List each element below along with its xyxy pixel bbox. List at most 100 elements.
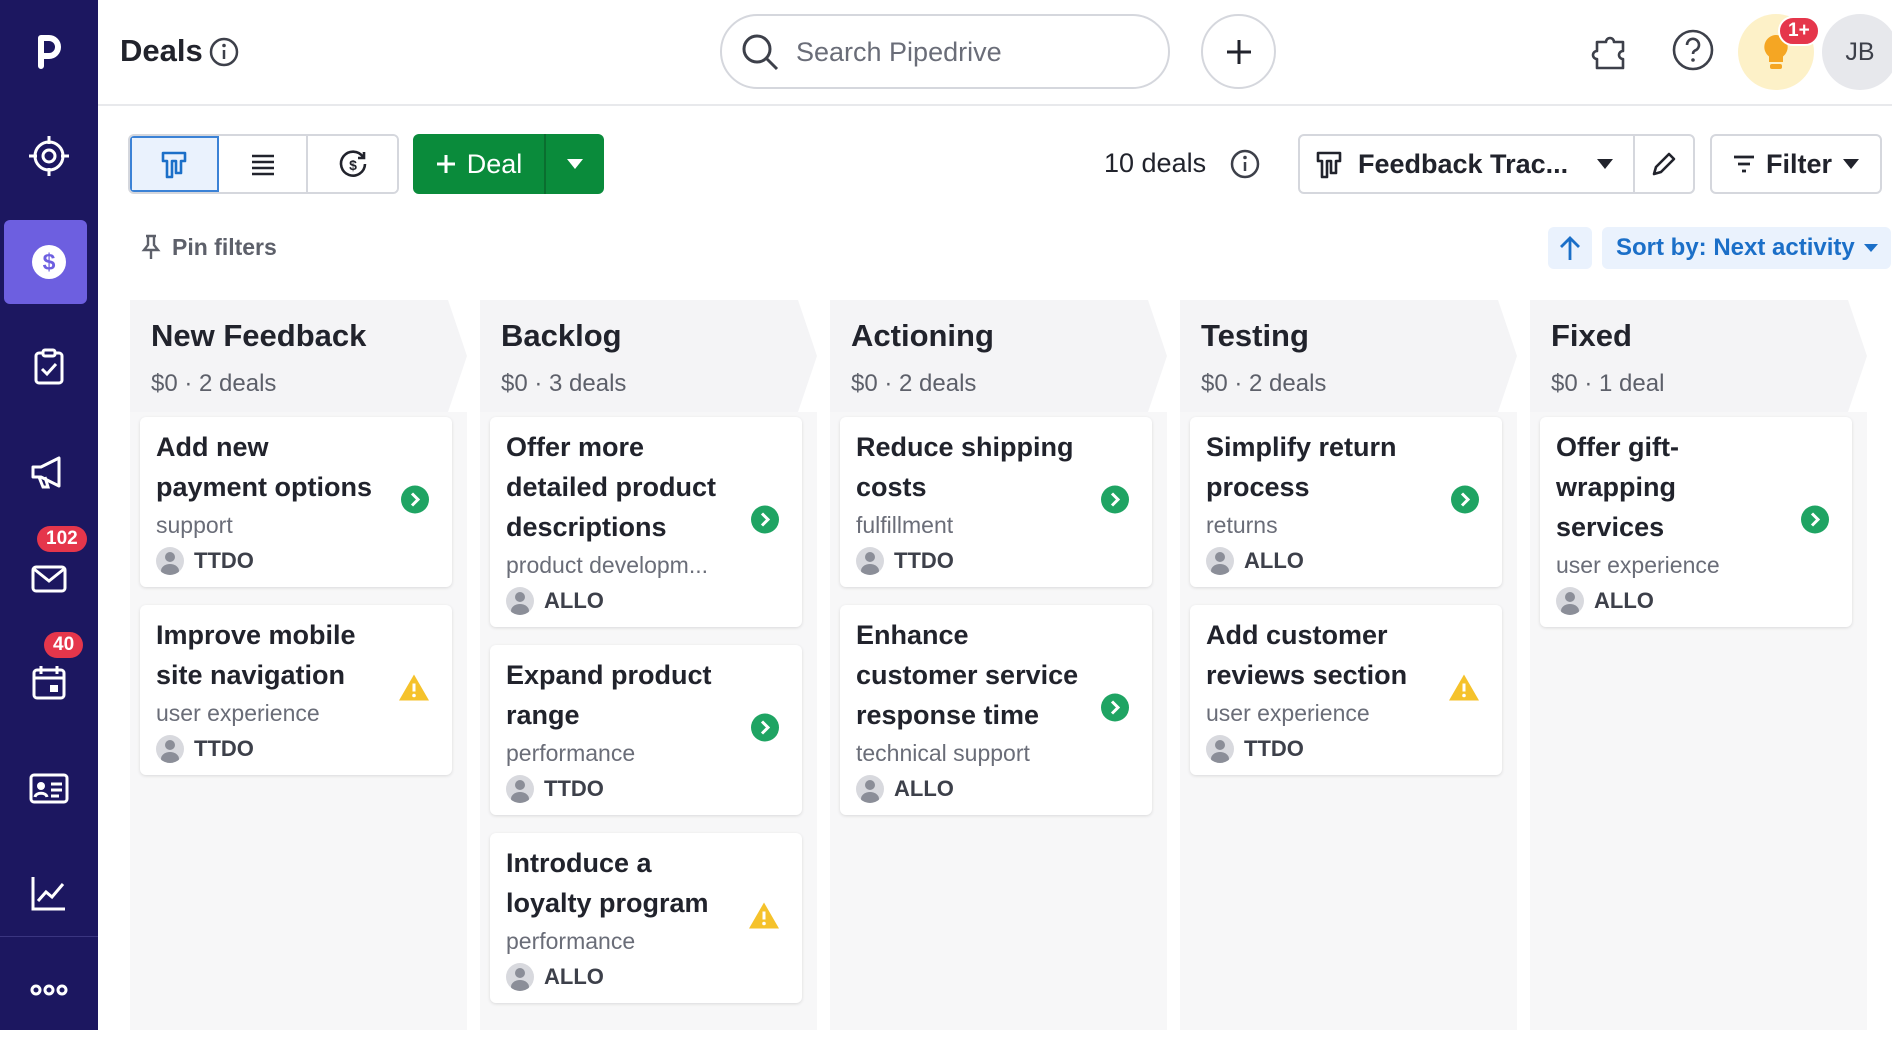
user-avatar[interactable]: JB bbox=[1822, 14, 1892, 90]
next-activity-icon[interactable] bbox=[1450, 485, 1480, 520]
add-deal-dropdown[interactable] bbox=[544, 134, 604, 194]
extensions-button[interactable] bbox=[1591, 28, 1631, 77]
add-deal-label: Deal bbox=[466, 148, 523, 179]
person-icon bbox=[1556, 587, 1584, 615]
deal-owner: TTDO bbox=[156, 735, 386, 763]
person-icon bbox=[506, 775, 534, 803]
pipeline-name: Feedback Trac... bbox=[1358, 148, 1569, 179]
pipedrive-logo[interactable] bbox=[0, 8, 98, 92]
owner-name: TTDO bbox=[194, 548, 254, 573]
stage-header[interactable]: Actioning $0 · 2 deals bbox=[830, 300, 1167, 412]
svg-text:$: $ bbox=[349, 157, 357, 173]
sidebar-item-insights[interactable] bbox=[0, 851, 98, 935]
warning-icon[interactable] bbox=[398, 673, 430, 708]
sidebar-item-deals[interactable]: $ bbox=[0, 220, 98, 304]
person-icon bbox=[856, 775, 884, 803]
deal-title: Introduce a loyalty program bbox=[506, 848, 709, 918]
deal-title: Enhance customer service response time bbox=[856, 620, 1079, 730]
sort-dropdown[interactable]: Sort by: Next activity bbox=[1602, 227, 1891, 269]
stage-body: Reduce shipping costs fulfillment TTDO Enha… bbox=[830, 412, 1167, 1030]
edit-pipeline-button[interactable] bbox=[1635, 136, 1693, 192]
deal-owner: ALLO bbox=[856, 775, 1086, 803]
stage-summary: $0 · 1 deal bbox=[1551, 370, 1665, 397]
stage-header[interactable]: Fixed $0 · 1 deal bbox=[1530, 300, 1867, 412]
caret-down-icon bbox=[567, 159, 583, 169]
pipeline-dropdown[interactable]: Feedback Trac... bbox=[1300, 136, 1636, 192]
owner-name: ALLO bbox=[544, 964, 604, 989]
deal-label: technical support bbox=[856, 740, 1030, 766]
search-box[interactable] bbox=[720, 14, 1170, 89]
next-activity-icon[interactable] bbox=[750, 505, 780, 540]
mail-badge: 102 bbox=[37, 526, 87, 552]
add-deal-split-button: Deal bbox=[413, 134, 604, 194]
deal-owner: TTDO bbox=[856, 547, 1086, 575]
next-activity-icon[interactable] bbox=[400, 485, 430, 520]
sort-direction-button[interactable] bbox=[1548, 227, 1592, 269]
info-icon[interactable] bbox=[208, 36, 240, 73]
quick-add-button[interactable] bbox=[1201, 14, 1276, 89]
owner-name: ALLO bbox=[894, 776, 954, 801]
owner-name: ALLO bbox=[544, 588, 604, 613]
deal-title: Improve mobile site navigation bbox=[156, 620, 356, 690]
stage-body: Offer more detailed product descriptions… bbox=[480, 412, 817, 1030]
next-activity-icon[interactable] bbox=[1100, 485, 1130, 520]
pin-filters-button[interactable]: Pin filters bbox=[140, 233, 277, 261]
next-activity-icon[interactable] bbox=[1100, 693, 1130, 728]
sidebar-item-more[interactable] bbox=[0, 948, 98, 1032]
dollar-icon: $ bbox=[32, 245, 66, 279]
stage-header[interactable]: Testing $0 · 2 deals bbox=[1180, 300, 1517, 412]
deal-label: user experience bbox=[1206, 700, 1370, 726]
stage-header[interactable]: Backlog $0 · 3 deals bbox=[480, 300, 817, 412]
list-view-button[interactable] bbox=[219, 136, 308, 192]
deal-card[interactable]: Add customer reviews section user experie… bbox=[1190, 605, 1502, 775]
sort-label: Sort by: Next activity bbox=[1616, 234, 1855, 261]
notification-badge: 1+ bbox=[1778, 16, 1820, 46]
filter-button[interactable]: Filter bbox=[1710, 134, 1882, 194]
forecast-icon: $ bbox=[339, 150, 366, 177]
stage-column: Actioning $0 · 2 deals Reduce shipping cos… bbox=[830, 300, 1167, 1030]
list-icon bbox=[251, 154, 274, 176]
person-icon bbox=[506, 963, 534, 991]
page-title: Deals bbox=[120, 33, 203, 68]
contact-card-icon bbox=[29, 773, 69, 804]
owner-name: ALLO bbox=[1244, 548, 1304, 573]
sidebar-item-contacts[interactable] bbox=[0, 746, 98, 830]
deal-card[interactable]: Offer gift-wrapping services user experie… bbox=[1540, 417, 1852, 627]
deal-card[interactable]: Simplify return process returns ALLO bbox=[1190, 417, 1502, 587]
deal-card[interactable]: Introduce a loyalty program performance AL… bbox=[490, 833, 802, 1003]
deal-card[interactable]: Add new payment options support TTDO bbox=[140, 417, 452, 587]
more-icon bbox=[30, 984, 68, 996]
search-input[interactable] bbox=[796, 34, 1136, 70]
forecast-view-button[interactable]: $ bbox=[308, 136, 397, 192]
add-deal-button[interactable]: Deal bbox=[413, 134, 544, 194]
person-icon bbox=[1206, 547, 1234, 575]
chart-icon bbox=[31, 877, 65, 911]
warning-icon[interactable] bbox=[1448, 673, 1480, 708]
deal-owner: ALLO bbox=[1206, 547, 1436, 575]
owner-name: TTDO bbox=[894, 548, 954, 573]
sidebar-item-activities[interactable] bbox=[0, 325, 98, 409]
help-button[interactable] bbox=[1671, 28, 1715, 77]
deal-card[interactable]: Enhance customer service response time te… bbox=[840, 605, 1152, 815]
calendar-icon bbox=[32, 666, 66, 700]
info-icon[interactable] bbox=[1229, 148, 1261, 185]
plus-icon bbox=[436, 155, 455, 173]
warning-icon[interactable] bbox=[748, 901, 780, 936]
stage-column: New Feedback $0 · 2 deals Add new payment … bbox=[130, 300, 467, 1030]
sidebar-item-campaigns[interactable] bbox=[0, 430, 98, 514]
deal-card[interactable]: Expand product range performance TTDO bbox=[490, 645, 802, 815]
person-icon bbox=[156, 735, 184, 763]
pipeline-icon bbox=[161, 151, 186, 179]
deal-card[interactable]: Improve mobile site navigation user exper… bbox=[140, 605, 452, 775]
deal-card[interactable]: Offer more detailed product descriptions… bbox=[490, 417, 802, 627]
next-activity-icon[interactable] bbox=[1800, 505, 1830, 540]
next-activity-icon[interactable] bbox=[750, 713, 780, 748]
svg-text:$: $ bbox=[43, 249, 56, 275]
deal-owner: ALLO bbox=[1556, 587, 1786, 615]
stage-header[interactable]: New Feedback $0 · 2 deals bbox=[130, 300, 467, 412]
filter-icon bbox=[1733, 155, 1754, 173]
pipeline-view-button[interactable] bbox=[130, 136, 219, 192]
deal-title: Add customer reviews section bbox=[1206, 620, 1408, 690]
sidebar-item-leads[interactable] bbox=[0, 114, 98, 198]
deal-card[interactable]: Reduce shipping costs fulfillment TTDO bbox=[840, 417, 1152, 587]
